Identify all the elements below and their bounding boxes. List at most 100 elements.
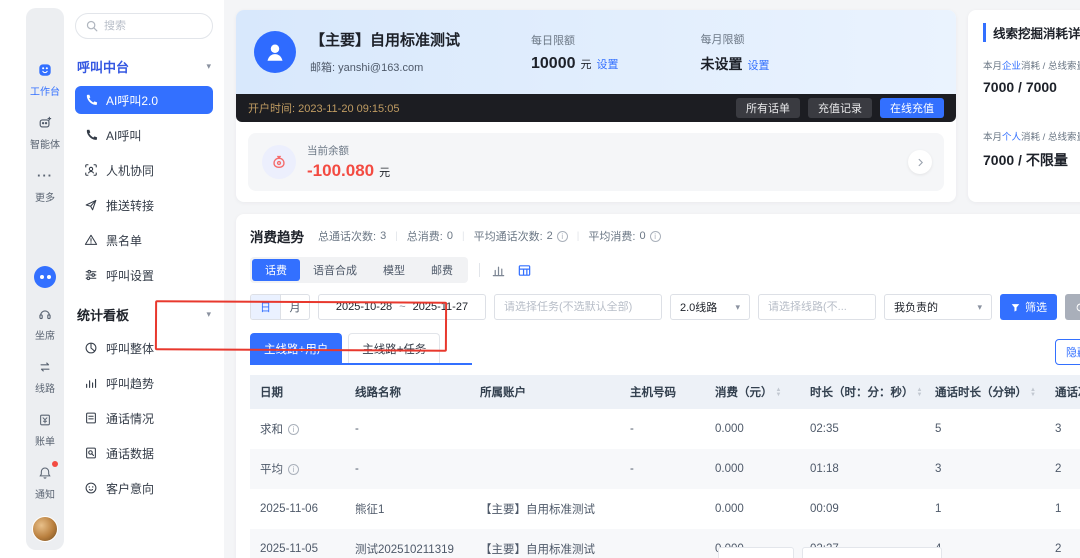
nav-item-human-machine[interactable]: 人机协同	[75, 156, 213, 184]
period-day[interactable]: 日	[251, 295, 280, 319]
pagination-control[interactable]	[718, 547, 794, 558]
row-line: -	[355, 423, 359, 435]
line-select[interactable]	[758, 294, 876, 320]
cost-type-tabs: 话费 语音合成 模型 邮费	[250, 257, 468, 283]
col-line-name: 线路名称	[345, 375, 470, 409]
top-row: 【主要】自用标准测试 邮箱: yanshi@163.com 每日限额 10000…	[236, 10, 1080, 202]
rail-item-agent[interactable]: 智能体	[30, 113, 60, 151]
task-select[interactable]	[494, 294, 662, 320]
rail-item-line[interactable]: 线路	[35, 357, 55, 395]
search-box[interactable]	[75, 13, 213, 39]
line-type-select[interactable]: 2.0线路 ▾	[670, 294, 750, 320]
nav-item-call-trend[interactable]: 呼叫趋势	[75, 369, 213, 397]
nav-item-call-status[interactable]: 通话情况	[75, 404, 213, 432]
trend-stat-label: 平均消费:	[588, 231, 636, 243]
tab-mainline-task[interactable]: 主线路+任务	[348, 333, 441, 363]
row-host: -	[630, 423, 634, 435]
date-end: 2025-11-27	[412, 301, 469, 313]
reset-button[interactable]: 重置	[1065, 294, 1080, 320]
line-select-input[interactable]	[768, 301, 866, 313]
chart-view-icon[interactable]	[491, 263, 506, 278]
rail-label-line: 线路	[35, 384, 55, 395]
recharge-records-button[interactable]: 充值记录	[808, 98, 872, 118]
owner-select[interactable]: 我负责的 ▾	[884, 294, 992, 320]
row-minutes: 1	[935, 503, 942, 515]
tab-tts[interactable]: 语音合成	[300, 259, 370, 281]
info-icon[interactable]: i	[288, 463, 299, 475]
chevron-right-icon	[918, 158, 923, 166]
daily-limit-value: 10000	[531, 54, 576, 72]
user-avatar[interactable]	[32, 516, 58, 542]
stat-prefix: 本月	[983, 132, 1003, 143]
nav-item-label: 通话数据	[106, 446, 155, 461]
nav-item-blacklist[interactable]: 黑名单	[75, 226, 213, 254]
sort-icon[interactable]: ▲ ▼	[776, 387, 782, 398]
table-view-icon[interactable]	[517, 263, 532, 278]
col-cost: 消费（元） ▲ ▼	[705, 375, 800, 409]
assistant-robot-icon[interactable]	[34, 266, 56, 288]
nav-item-call-data[interactable]: 通话数据	[75, 439, 213, 467]
nav-item-ai-call[interactable]: AI呼叫	[75, 121, 213, 149]
balance-unit: 元	[379, 167, 391, 179]
nav-item-customer-intent[interactable]: 客户意向	[75, 474, 213, 502]
consumption-section: 消费趋势 总通话次数: 3 | 总消费: 0 | 平均通话次数: 2 i | 平均消费:…	[236, 214, 1080, 558]
row-line: -	[345, 449, 470, 489]
nav-section-call-platform[interactable]: 呼叫中台 ▾	[77, 57, 211, 76]
balance-label: 当前余额	[307, 145, 349, 157]
daily-limit-set-link[interactable]: 设置	[597, 56, 619, 72]
more-icon: ···	[37, 168, 53, 183]
task-select-input[interactable]	[504, 301, 652, 313]
rail-item-notify[interactable]: 通知	[35, 461, 58, 501]
col-date: 日期	[250, 375, 345, 409]
info-icon[interactable]: i	[556, 230, 568, 242]
nav-panel: 呼叫中台 ▾ AI呼叫2.0 AI呼叫 人机协同 推送转接 黑名单 呼叫设置	[64, 0, 224, 558]
rail-item-workbench[interactable]: 工作台	[30, 60, 60, 98]
phone-icon	[86, 94, 98, 105]
rail-label-seat: 坐席	[35, 331, 55, 342]
bar-chart-icon	[86, 378, 97, 388]
search-input[interactable]	[104, 20, 194, 32]
tab-model[interactable]: 模型	[370, 259, 418, 281]
account-header: 【主要】自用标准测试 邮箱: yanshi@163.com 每日限额 10000…	[236, 10, 956, 94]
info-icon[interactable]: i	[288, 423, 299, 435]
sort-icon[interactable]: ▲ ▼	[917, 387, 923, 398]
date-range-picker[interactable]: 2025-10-28 ~ 2025-11-27	[318, 294, 486, 320]
nav-section-stats-board[interactable]: 统计看板 ▾	[77, 305, 211, 324]
rail-label-notify: 通知	[35, 490, 55, 501]
sort-icon[interactable]: ▲ ▼	[1030, 387, 1036, 398]
online-recharge-button[interactable]: 在线充值	[880, 98, 944, 118]
nav-item-ai-call-2[interactable]: AI呼叫2.0	[75, 86, 213, 114]
nav-item-call-overview[interactable]: 呼叫整体	[75, 334, 213, 362]
table-actions: 隐藏求和平均值 导出	[1055, 339, 1080, 365]
monthly-limit-set-link[interactable]: 设置	[748, 57, 770, 73]
tab-mainline-user[interactable]: 主线路+用户	[250, 333, 343, 363]
refresh-icon	[1076, 303, 1080, 311]
smiley-icon	[85, 482, 97, 494]
row-date: 求和	[260, 424, 283, 436]
period-month[interactable]: 月	[280, 295, 309, 319]
tab-call-fee[interactable]: 话费	[252, 259, 300, 281]
row-account	[470, 449, 620, 489]
table-row: 2025-11-06 熊征1 【主要】自用标准测试 0.000 00:09 1 …	[250, 489, 1080, 529]
table-header-row: 日期 线路名称 所属账户 主机号码 消费（元） ▲ ▼ 时长（时：分：秒） ▲ ▼ 通话…	[250, 375, 1080, 409]
chevron-down-icon: ▾	[206, 309, 211, 319]
filter-button[interactable]: 筛选	[1000, 294, 1057, 320]
hide-sum-average-button[interactable]: 隐藏求和平均值	[1055, 339, 1080, 365]
pagination-control[interactable]	[802, 547, 942, 558]
rail-item-more[interactable]: ··· 更多	[35, 166, 55, 204]
nav-item-label: 客户意向	[106, 481, 155, 496]
tab-postage[interactable]: 邮费	[418, 259, 466, 281]
table-tabs-row: 主线路+用户 主线路+任务 隐藏求和平均值 导出	[250, 333, 1080, 365]
info-icon[interactable]: i	[649, 230, 661, 242]
rail-item-bill[interactable]: 账单	[35, 410, 55, 448]
nav-item-label: 人机协同	[106, 163, 155, 178]
carousel-next-button[interactable]	[908, 150, 932, 174]
divider: |	[576, 230, 580, 242]
all-bills-button[interactable]: 所有话单	[736, 98, 800, 118]
rail-item-seat[interactable]: 坐席	[35, 304, 55, 342]
nav-item-call-settings[interactable]: 呼叫设置	[75, 261, 213, 289]
send-icon	[85, 199, 97, 211]
row-account: 【主要】自用标准测试	[480, 504, 595, 516]
row-cost: 0.000	[705, 449, 800, 489]
nav-item-push-transfer[interactable]: 推送转接	[75, 191, 213, 219]
